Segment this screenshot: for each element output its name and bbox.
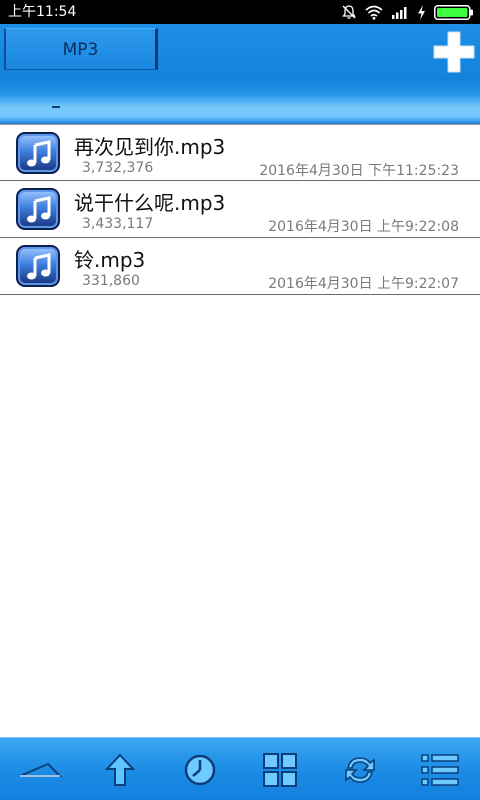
file-date: 2016年4月30日 下午11:25:23 [259,163,459,179]
file-name: 铃.mp3 [74,248,146,272]
file-name: 说干什么呢.mp3 [74,191,226,215]
add-button[interactable] [432,30,476,74]
history-button[interactable] [160,738,240,800]
plus-icon [433,31,475,73]
grid-view-button[interactable] [240,738,320,800]
battery-icon [434,4,473,20]
charging-icon [418,4,425,20]
alarm-off-icon [342,5,356,19]
file-row[interactable]: 说干什么呢.mp3 3,433,117 2016年4月30日 上午9:22:08 [0,181,480,238]
clock-icon [184,754,216,785]
header-decoration [0,94,480,124]
expand-icon [19,762,62,777]
status-bar: 上午11:54 [0,0,480,24]
file-name: 再次见到你.mp3 [74,135,226,159]
up-button[interactable] [80,738,160,800]
path-marker [52,106,60,108]
file-row[interactable]: 铃.mp3 331,860 2016年4月30日 上午9:22:07 [0,238,480,295]
refresh-icon [345,756,375,783]
file-row[interactable]: 再次见到你.mp3 3,732,376 2016年4月30日 下午11:25:2… [0,124,480,181]
tab-mp3-label: MP3 [62,40,99,60]
status-icons [341,3,474,21]
tab-mp3[interactable]: MP3 [4,28,158,70]
file-list: 再次见到你.mp3 3,732,376 2016年4月30日 下午11:25:2… [0,124,480,295]
file-size: 331,860 [82,273,140,289]
status-time: 上午11:54 [8,4,77,20]
music-file-icon [16,132,60,174]
expand-button[interactable] [0,738,80,800]
file-date: 2016年4月30日 上午9:22:07 [268,276,459,292]
bottom-toolbar [0,737,480,800]
app-header: MP3 [0,24,480,124]
up-arrow-icon [105,753,135,786]
menu-button[interactable] [400,738,480,800]
signal-icon [392,7,407,19]
wifi-icon [365,5,383,20]
refresh-button[interactable] [320,738,400,800]
list-menu-icon [421,753,459,786]
music-file-icon [16,245,60,287]
file-size: 3,732,376 [82,160,154,176]
file-size: 3,433,117 [82,216,154,232]
grid-icon [263,752,297,787]
file-date: 2016年4月30日 上午9:22:08 [268,219,459,235]
music-file-icon [16,188,60,230]
